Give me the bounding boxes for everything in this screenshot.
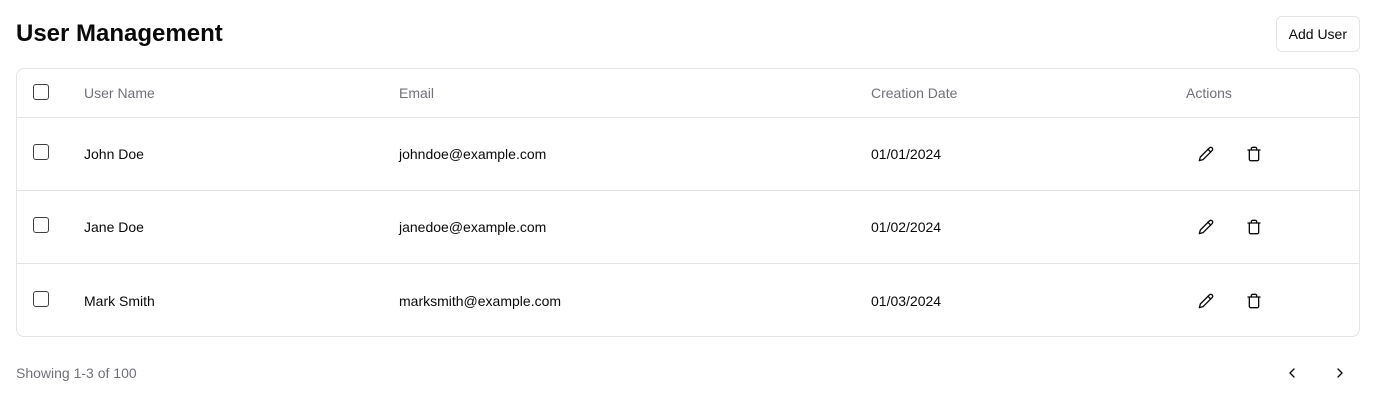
user-name-cell: Jane Doe	[84, 191, 384, 263]
row-checkbox[interactable]	[33, 144, 49, 160]
user-email: johndoe@example.com	[399, 146, 547, 162]
user-email: marksmith@example.com	[399, 292, 562, 309]
trash-icon	[1247, 146, 1261, 162]
row-select-cell	[33, 118, 53, 190]
user-name-cell: John Doe	[84, 118, 384, 190]
previous-page-button[interactable]	[1274, 356, 1310, 390]
table-row: John Doe johndoe@example.com 01/01/2024	[17, 118, 1359, 191]
email-cell: janedoe@example.com	[399, 191, 859, 263]
delete-button[interactable]	[1238, 211, 1270, 243]
row-checkbox[interactable]	[33, 217, 49, 233]
actions-cell	[1186, 191, 1346, 263]
actions-cell	[1186, 264, 1346, 336]
column-header-email: Email	[399, 85, 435, 101]
chevron-right-icon	[1337, 368, 1343, 378]
date-cell: 01/01/2024	[871, 118, 1171, 190]
column-header-actions: Actions	[1186, 85, 1232, 101]
creation-date: 01/02/2024	[871, 219, 942, 235]
creation-date: 01/01/2024	[871, 146, 942, 162]
edit-button[interactable]	[1190, 285, 1222, 317]
next-page-button[interactable]	[1322, 356, 1358, 390]
actions-cell	[1186, 118, 1346, 190]
add-user-button[interactable]: Add User	[1275, 16, 1360, 52]
date-cell: 01/02/2024	[871, 191, 1171, 263]
trash-icon	[1247, 219, 1261, 235]
user-name: Jane Doe	[84, 219, 144, 235]
row-select-cell	[33, 264, 53, 336]
column-header-user-name: User Name	[84, 85, 155, 101]
table-row: Mark Smith marksmith@example.com 01/03/2…	[17, 264, 1359, 336]
pagination-summary: Showing 1-3 of 100	[16, 365, 137, 381]
user-name: John Doe	[84, 146, 144, 162]
select-all-checkbox[interactable]	[33, 84, 49, 100]
user-name: Mark Smith	[84, 292, 155, 309]
table-row: Jane Doe janedoe@example.com 01/02/2024	[17, 191, 1359, 264]
edit-button[interactable]	[1190, 138, 1222, 170]
pencil-icon	[1198, 219, 1214, 235]
trash-icon	[1247, 293, 1261, 308]
creation-date: 01/03/2024	[871, 292, 942, 309]
page-header: User Management Add User	[16, 16, 1360, 52]
delete-button[interactable]	[1238, 285, 1270, 317]
email-cell: johndoe@example.com	[399, 118, 859, 190]
date-cell: 01/03/2024	[871, 264, 1171, 336]
email-cell: marksmith@example.com	[399, 264, 859, 336]
user-name-cell: Mark Smith	[84, 264, 384, 336]
users-table: User Name Email Creation Date Actions Jo…	[16, 68, 1360, 337]
column-header-creation-date: Creation Date	[871, 85, 958, 101]
page-title: User Management	[16, 20, 223, 47]
row-select-cell	[33, 191, 53, 263]
row-checkbox[interactable]	[33, 290, 49, 307]
delete-button[interactable]	[1238, 138, 1270, 170]
edit-button[interactable]	[1190, 211, 1222, 243]
user-email: janedoe@example.com	[399, 219, 547, 235]
user-management-page: User Management Add User User Name Email…	[0, 0, 1376, 409]
table-footer: Showing 1-3 of 100	[16, 356, 1360, 390]
select-all-cell	[33, 69, 53, 117]
pencil-icon	[1198, 146, 1214, 162]
table-header-row: User Name Email Creation Date Actions	[17, 69, 1359, 118]
chevron-left-icon	[1289, 368, 1295, 378]
pencil-icon	[1198, 293, 1214, 308]
